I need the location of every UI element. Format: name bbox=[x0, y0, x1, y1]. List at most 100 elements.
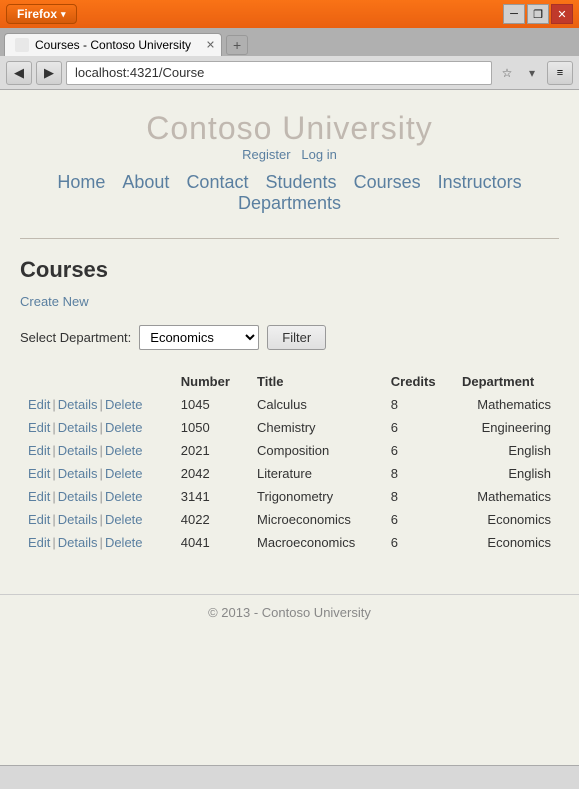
address-icons: ☆ ▾ bbox=[496, 62, 543, 84]
firefox-menu-button[interactable]: Firefox ▾ bbox=[6, 4, 77, 24]
table-row: Edit|Details|Delete2021Composition6Engli… bbox=[20, 439, 559, 462]
actions-header bbox=[20, 370, 173, 393]
nav-instructors[interactable]: Instructors bbox=[438, 172, 522, 192]
department-select[interactable]: Economics All Engineering English Mathem… bbox=[139, 325, 259, 350]
sep2: | bbox=[100, 535, 103, 550]
row-actions: Edit|Details|Delete bbox=[20, 508, 173, 531]
tab-title: Courses - Contoso University bbox=[35, 38, 191, 52]
header-divider bbox=[20, 238, 559, 239]
active-tab[interactable]: Courses - Contoso University ✕ bbox=[4, 33, 222, 56]
site-footer: © 2013 - Contoso University bbox=[0, 594, 579, 630]
course-title: Literature bbox=[249, 462, 383, 485]
nav-about[interactable]: About bbox=[122, 172, 169, 192]
filter-button[interactable]: Filter bbox=[267, 325, 326, 350]
table-row: Edit|Details|Delete4022Microeconomics6Ec… bbox=[20, 508, 559, 531]
edit-link[interactable]: Edit bbox=[28, 420, 50, 435]
credits-header: Credits bbox=[383, 370, 454, 393]
row-actions: Edit|Details|Delete bbox=[20, 462, 173, 485]
delete-link[interactable]: Delete bbox=[105, 466, 143, 481]
course-number: 4041 bbox=[173, 531, 249, 554]
site-header: Contoso University Register Log in Home … bbox=[0, 90, 579, 230]
sep1: | bbox=[52, 535, 55, 550]
edit-link[interactable]: Edit bbox=[28, 397, 50, 412]
course-number: 4022 bbox=[173, 508, 249, 531]
footer-text: © 2013 - Contoso University bbox=[208, 605, 371, 620]
create-new-link[interactable]: Create New bbox=[20, 294, 89, 309]
titlebar: Firefox ▾ ─ ❐ ✕ bbox=[0, 0, 579, 28]
row-actions: Edit|Details|Delete bbox=[20, 439, 173, 462]
course-credits: 8 bbox=[383, 462, 454, 485]
course-title: Macroeconomics bbox=[249, 531, 383, 554]
nav-courses[interactable]: Courses bbox=[354, 172, 421, 192]
star-icon[interactable]: ☆ bbox=[496, 62, 518, 84]
firefox-dropdown-icon: ▾ bbox=[61, 9, 66, 20]
browser-content: Contoso University Register Log in Home … bbox=[0, 90, 579, 765]
course-credits: 6 bbox=[383, 508, 454, 531]
minimize-button[interactable]: ─ bbox=[503, 4, 525, 24]
details-link[interactable]: Details bbox=[58, 420, 98, 435]
sep2: | bbox=[100, 420, 103, 435]
nav-students[interactable]: Students bbox=[266, 172, 337, 192]
register-link[interactable]: Register bbox=[242, 147, 290, 162]
details-link[interactable]: Details bbox=[58, 535, 98, 550]
edit-link[interactable]: Edit bbox=[28, 512, 50, 527]
course-number: 1045 bbox=[173, 393, 249, 416]
browser-menu-button[interactable]: ≡ bbox=[547, 61, 573, 85]
course-title: Trigonometry bbox=[249, 485, 383, 508]
delete-link[interactable]: Delete bbox=[105, 397, 143, 412]
delete-link[interactable]: Delete bbox=[105, 420, 143, 435]
course-department: Engineering bbox=[454, 416, 559, 439]
statusbar bbox=[0, 765, 579, 789]
row-actions: Edit|Details|Delete bbox=[20, 531, 173, 554]
course-title: Calculus bbox=[249, 393, 383, 416]
course-credits: 8 bbox=[383, 393, 454, 416]
number-header: Number bbox=[173, 370, 249, 393]
sep2: | bbox=[100, 466, 103, 481]
edit-link[interactable]: Edit bbox=[28, 443, 50, 458]
course-number: 3141 bbox=[173, 485, 249, 508]
table-row: Edit|Details|Delete2042Literature8Englis… bbox=[20, 462, 559, 485]
sep1: | bbox=[52, 397, 55, 412]
back-button[interactable]: ◀ bbox=[6, 61, 32, 85]
row-actions: Edit|Details|Delete bbox=[20, 393, 173, 416]
window-controls: ─ ❐ ✕ bbox=[503, 4, 573, 24]
details-link[interactable]: Details bbox=[58, 489, 98, 504]
new-tab-button[interactable]: + bbox=[226, 35, 248, 55]
site-title: Contoso University bbox=[0, 110, 579, 147]
page-title: Courses bbox=[20, 257, 559, 283]
table-row: Edit|Details|Delete3141Trigonometry8Math… bbox=[20, 485, 559, 508]
sep1: | bbox=[52, 466, 55, 481]
dropdown-icon[interactable]: ▾ bbox=[521, 62, 543, 84]
delete-link[interactable]: Delete bbox=[105, 489, 143, 504]
address-bar[interactable]: localhost:4321/Course bbox=[66, 61, 492, 85]
forward-button[interactable]: ▶ bbox=[36, 61, 62, 85]
course-credits: 8 bbox=[383, 485, 454, 508]
close-button[interactable]: ✕ bbox=[551, 4, 573, 24]
nav-home[interactable]: Home bbox=[57, 172, 105, 192]
edit-link[interactable]: Edit bbox=[28, 466, 50, 481]
nav-contact[interactable]: Contact bbox=[186, 172, 248, 192]
department-header: Department bbox=[454, 370, 559, 393]
sep2: | bbox=[100, 397, 103, 412]
details-link[interactable]: Details bbox=[58, 397, 98, 412]
course-department: Economics bbox=[454, 531, 559, 554]
course-department: English bbox=[454, 462, 559, 485]
restore-button[interactable]: ❐ bbox=[527, 4, 549, 24]
delete-link[interactable]: Delete bbox=[105, 512, 143, 527]
course-title: Composition bbox=[249, 439, 383, 462]
edit-link[interactable]: Edit bbox=[28, 489, 50, 504]
course-number: 2042 bbox=[173, 462, 249, 485]
tab-close-icon[interactable]: ✕ bbox=[206, 39, 215, 52]
delete-link[interactable]: Delete bbox=[105, 443, 143, 458]
login-link[interactable]: Log in bbox=[301, 147, 336, 162]
tab-favicon bbox=[15, 38, 29, 52]
details-link[interactable]: Details bbox=[58, 512, 98, 527]
table-header: Number Title Credits Department bbox=[20, 370, 559, 393]
details-link[interactable]: Details bbox=[58, 443, 98, 458]
course-credits: 6 bbox=[383, 439, 454, 462]
delete-link[interactable]: Delete bbox=[105, 535, 143, 550]
edit-link[interactable]: Edit bbox=[28, 535, 50, 550]
sep1: | bbox=[52, 489, 55, 504]
details-link[interactable]: Details bbox=[58, 466, 98, 481]
nav-departments[interactable]: Departments bbox=[238, 193, 341, 213]
